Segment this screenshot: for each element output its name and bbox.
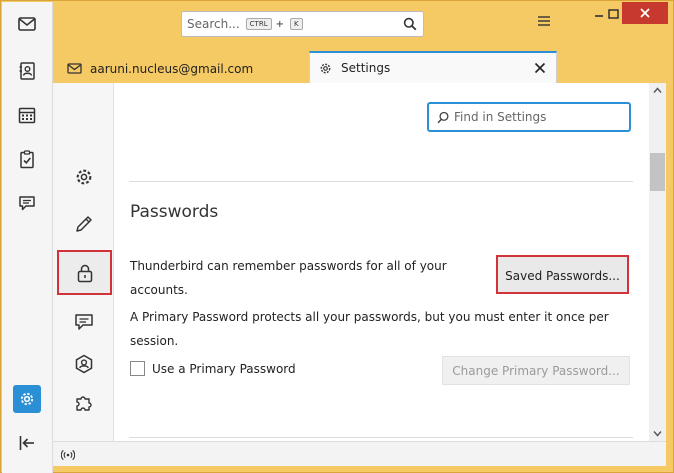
use-primary-password-checkbox[interactable]: Use a Primary Password — [130, 361, 296, 376]
passwords-section-title: Passwords — [130, 202, 219, 222]
remember-passwords-text: Thunderbird can remember passwords for a… — [130, 259, 447, 297]
spaces-toolbar — [2, 2, 53, 473]
address-book-icon — [19, 62, 35, 80]
search-icon — [403, 17, 417, 31]
shortcut-ctrl-key: CTRL — [245, 18, 272, 30]
vertical-scrollbar[interactable] — [649, 83, 666, 441]
search-icon — [437, 111, 449, 123]
tab-label: aaruni.nucleus@gmail.com — [90, 61, 254, 76]
pencil-icon — [76, 216, 92, 232]
close-window-button[interactable] — [622, 2, 668, 24]
section-divider — [129, 437, 633, 438]
shortcut-plus: + — [275, 18, 284, 30]
chat-icon — [19, 196, 35, 211]
category-account-settings[interactable] — [68, 348, 100, 380]
find-in-settings-input[interactable] — [454, 110, 614, 124]
address-book-space-button[interactable] — [13, 57, 41, 85]
gear-icon — [76, 169, 92, 185]
tab-mail-account[interactable]: aaruni.nucleus@gmail.com — [59, 55, 307, 82]
checkbox-box[interactable] — [130, 361, 145, 376]
saved-passwords-button[interactable]: Saved Passwords... — [496, 255, 629, 294]
change-primary-password-button[interactable]: Change Primary Password... — [442, 356, 630, 385]
tab-settings[interactable]: Settings — [309, 51, 557, 83]
close-icon — [640, 8, 650, 18]
close-tab-icon[interactable] — [534, 62, 546, 74]
mail-space-button[interactable] — [13, 10, 41, 38]
calendar-icon — [18, 107, 36, 124]
section-divider — [129, 181, 633, 182]
category-chat[interactable] — [68, 306, 100, 338]
search-placeholder: Search... — [187, 17, 240, 31]
category-composition[interactable] — [68, 208, 100, 240]
use-primary-password-label: Use a Primary Password — [152, 361, 296, 376]
gear-icon — [320, 63, 331, 73]
collapse-spaces-button[interactable] — [13, 429, 41, 457]
maximize-icon[interactable] — [607, 5, 621, 23]
tasks-icon — [20, 150, 34, 169]
tab-label: Settings — [341, 61, 391, 75]
mail-icon — [18, 17, 36, 31]
primary-password-description: A Primary Password protects all your pas… — [130, 310, 609, 348]
settings-content: Passwords Thunderbird can remember passw… — [53, 83, 666, 441]
scroll-down-arrow-icon[interactable] — [653, 429, 662, 438]
lock-icon — [77, 264, 92, 282]
find-in-settings-box[interactable] — [427, 102, 631, 132]
calendar-space-button[interactable] — [13, 101, 41, 129]
status-bar — [53, 441, 666, 466]
app-window: Search... CTRL + K aaruni.nucleus@gmail.… — [0, 0, 674, 473]
settings-space-button[interactable] — [13, 385, 41, 413]
category-privacy-security[interactable] — [57, 250, 112, 295]
chat-space-button[interactable] — [13, 189, 41, 217]
settings-category-pane — [53, 83, 114, 441]
tasks-space-button[interactable] — [13, 145, 41, 173]
scroll-up-arrow-icon[interactable] — [653, 86, 662, 95]
category-general[interactable] — [68, 161, 100, 193]
online-status-icon[interactable] — [61, 448, 75, 462]
shortcut-k-key: K — [290, 18, 303, 30]
app-menu-icon[interactable] — [537, 15, 551, 27]
account-icon — [75, 354, 93, 374]
chat-icon — [75, 314, 93, 330]
category-add-ons[interactable] — [68, 387, 100, 419]
global-search-box[interactable]: Search... CTRL + K — [181, 11, 424, 37]
gear-icon — [20, 392, 34, 406]
mail-icon — [67, 63, 82, 74]
puzzle-icon — [76, 396, 92, 411]
scrollbar-thumb[interactable] — [650, 153, 665, 191]
collapse-left-icon — [19, 436, 34, 450]
